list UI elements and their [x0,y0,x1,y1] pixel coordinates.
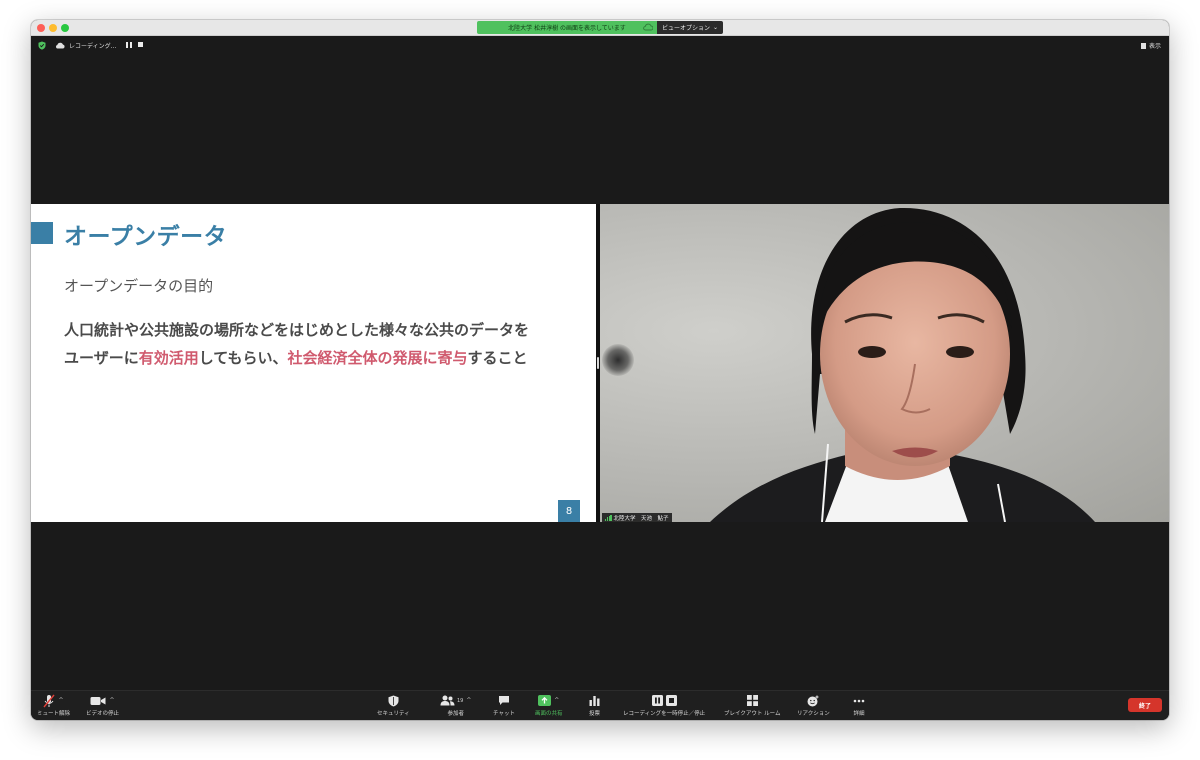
participants-button[interactable]: 19 ^ 参加者 [440,693,471,717]
slide-highlight: 社会経済全体の発展に寄与 [287,349,468,367]
reactions-button[interactable]: リアクション [797,693,830,717]
close-window-button[interactable] [37,24,45,32]
view-options-button[interactable]: ビューオプション ⌄ [657,21,723,34]
recording-control-label: レコーディングを一時停止／停止 [623,711,706,717]
minimize-window-button[interactable] [49,24,57,32]
cloud-recording-icon [56,42,65,49]
participants-count: 19 [457,697,464,704]
pause-icon [651,695,663,706]
stop-icon [665,695,677,706]
security-button[interactable]: セキュリティ [377,693,410,717]
resize-handle[interactable] [597,357,599,369]
pause-stop-recording-button[interactable]: レコーディングを一時停止／停止 [623,693,705,717]
slide-title: オープンデータ [64,224,228,250]
fullscreen-window-button[interactable] [61,24,69,32]
title-bar: 北陸大学 松井淳樹 の画面を表示しています ビューオプション ⌄ [31,20,1169,36]
video-camera-icon [90,696,106,705]
slide-subtitle: オープンデータの目的 [64,277,214,295]
shield-icon [388,695,399,706]
zoom-meeting-window: 北陸大学 松井淳樹 の画面を表示しています ビューオプション ⌄ レコーディング… [31,20,1169,720]
caret-up-icon[interactable]: ^ [109,697,114,704]
view-options-label: ビューオプション [661,25,710,32]
cloud-icon [643,23,653,31]
stop-recording-icon[interactable] [138,42,143,47]
screen-share-status: 北陸大学 松井淳樹 の画面を表示しています [477,21,657,34]
share-screen-icon [538,695,552,706]
stop-video-label: ビデオの停止 [86,711,120,717]
chat-bubble-icon [498,696,509,705]
breakout-rooms-label: ブレイクアウト ルーム [724,711,781,717]
polls-label: 投票 [589,711,601,717]
share-screen-button[interactable]: ^ 画面の共有 [535,693,563,717]
slide-text: すること [467,349,528,367]
participant-name-tag: 北陸大学 天池 鮎子 [602,513,672,522]
chat-label: チャット [493,711,515,717]
microphone-muted-icon [43,694,56,707]
signal-strength-icon [605,514,612,521]
caret-up-icon[interactable]: ^ [58,697,63,704]
end-meeting-button[interactable]: 終了 [1128,698,1162,712]
slide-body-line-2: ユーザーに有効活用してもらい、社会経済全体の発展に寄与すること [64,344,589,372]
slide-title-accent [31,222,53,244]
more-button[interactable]: 詳細 [853,693,865,717]
more-dots-icon [853,699,865,702]
recording-status-label: レコーディング... [69,43,117,50]
view-button[interactable]: 表示 [1140,41,1161,50]
participant-video-image [710,207,1095,522]
breakout-rooms-button[interactable]: ブレイクアウト ルーム [724,693,780,717]
participants-label: 参加者 [447,711,464,717]
bar-chart-icon [589,696,600,706]
shared-screen-slide: オープンデータ オープンデータの目的 人口統計や公共施設の場所などをはじめとした… [31,204,596,522]
security-label: セキュリティ [377,711,410,717]
participant-name: 北陸大学 天池 鮎子 [613,515,669,522]
slide-body: 人口統計や公共施設の場所などをはじめとした様々な公共のデータを ユーザーに有効活… [64,316,589,372]
pause-recording-icon[interactable] [126,42,132,48]
caret-up-icon[interactable]: ^ [466,697,471,704]
view-button-label: 表示 [1148,43,1161,50]
slide-body-line-1: 人口統計や公共施設の場所などをはじめとした様々な公共のデータを [64,321,530,339]
slide-highlight: 有効活用 [138,349,199,367]
shield-check-icon[interactable] [38,41,46,50]
reactions-label: リアクション [797,711,830,717]
chevron-down-icon: ⌄ [712,24,719,31]
chat-button[interactable]: チャット [493,693,515,717]
grid-icon [746,695,758,706]
share-screen-label: 画面の共有 [535,711,563,717]
participants-icon [440,695,455,706]
unmute-label: ミュート解除 [37,711,71,717]
unmute-button[interactable]: ^ ミュート解除 [37,693,70,717]
polls-button[interactable]: 投票 [589,693,600,717]
slide-text: してもらい、 [198,349,288,367]
smiley-plus-icon [807,695,819,706]
slide-page-number: 8 [558,500,580,522]
meeting-toolbar: ^ ミュート解除 ^ ビデオの停止 セキュリティ 19 ^ 参加者 チャット ^… [31,690,1169,720]
more-label: 詳細 [853,711,865,717]
participant-video: 北陸大学 天池 鮎子 [600,204,1169,522]
slide-text: ユーザーに [64,349,139,367]
caret-up-icon[interactable]: ^ [554,697,559,704]
stop-video-button[interactable]: ^ ビデオの停止 [86,693,119,717]
meeting-top-strip: レコーディング... 表示 [31,37,1169,55]
view-layout-icon [1140,42,1146,49]
